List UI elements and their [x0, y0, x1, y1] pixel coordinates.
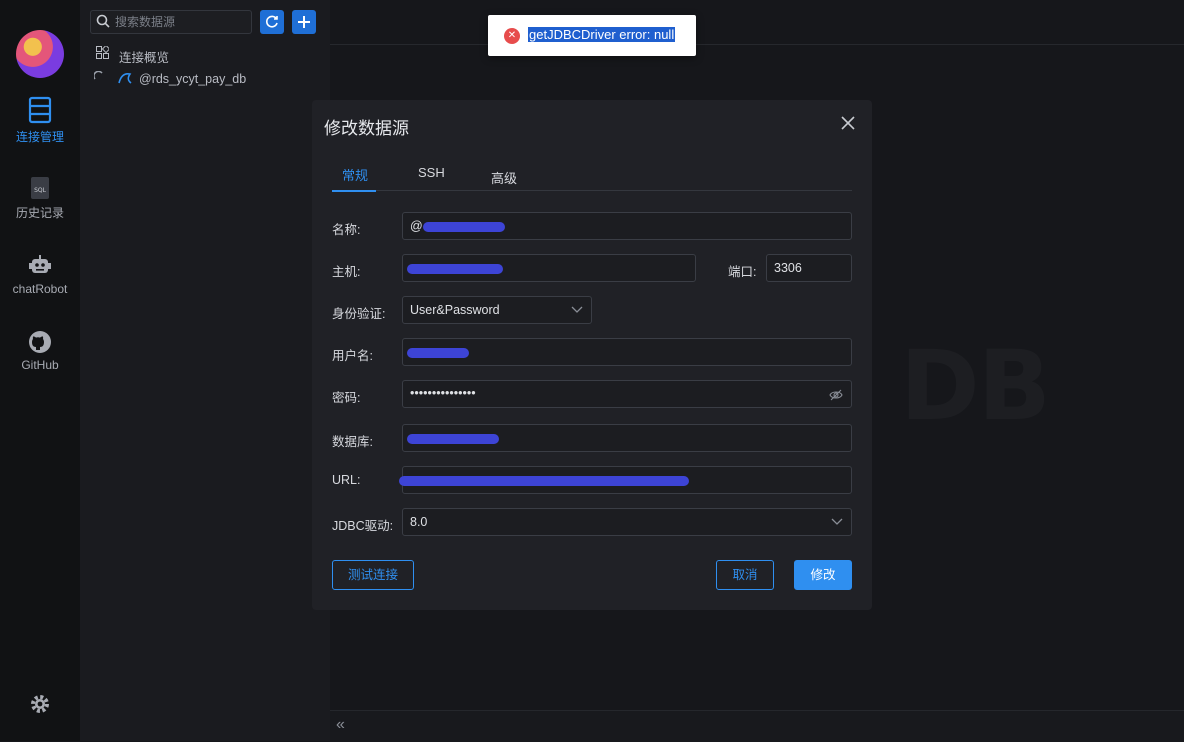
nav-item-connections[interactable]: 连接管理: [0, 96, 80, 145]
main-header-divider: [330, 44, 1184, 45]
database-field[interactable]: [402, 424, 852, 452]
redaction-mark: [407, 348, 469, 358]
gear-icon[interactable]: [30, 694, 50, 714]
nav-rail: 连接管理 SQL 历史记录 chatRobot GitHub: [0, 0, 80, 741]
cancel-button[interactable]: 取消: [716, 560, 774, 590]
database-label: 数据库:: [332, 435, 373, 449]
refresh-icon: [266, 15, 278, 28]
plus-icon: [298, 16, 310, 28]
host-label: 主机:: [332, 265, 361, 279]
name-label: 名称:: [332, 223, 361, 237]
github-icon: [29, 331, 51, 353]
sql-file-icon: SQL: [31, 177, 49, 199]
host-field[interactable]: [402, 254, 696, 282]
username-label: 用户名:: [332, 349, 373, 363]
refresh-button[interactable]: [260, 10, 284, 34]
tab-ssh[interactable]: SSH: [418, 165, 445, 180]
driver-value: 8.0: [410, 515, 428, 529]
port-label: 端口:: [728, 265, 757, 279]
url-label: URL:: [332, 473, 361, 487]
auth-select[interactable]: User&Password: [402, 296, 592, 324]
username-field[interactable]: [402, 338, 852, 366]
svg-text:SQL: SQL: [34, 187, 47, 194]
grid-icon: [96, 46, 109, 59]
nav-label-github: GitHub: [21, 358, 59, 372]
tree-label-connection: @rds_ycyt_pay_db: [139, 72, 247, 86]
nav-label-chatrobot: chatRobot: [12, 282, 68, 296]
nav-label-history: 历史记录: [15, 206, 64, 220]
robot-icon: [29, 255, 51, 273]
search-input[interactable]: [113, 13, 247, 31]
watermark-logo: DB: [900, 330, 1051, 442]
active-tab-indicator: [332, 190, 376, 192]
add-connection-button[interactable]: [292, 10, 316, 34]
redaction-mark: [407, 434, 499, 444]
submit-button[interactable]: 修改: [794, 560, 852, 590]
database-icon: [28, 96, 52, 124]
password-field[interactable]: •••••••••••••••: [402, 380, 852, 408]
nav-label-connections: 连接管理: [15, 130, 64, 144]
tab-general[interactable]: 常规: [342, 165, 368, 184]
password-value: •••••••••••••••: [410, 386, 476, 400]
nav-item-history[interactable]: SQL 历史记录: [0, 176, 80, 221]
bottom-bar: «: [330, 710, 1184, 742]
avatar[interactable]: [16, 30, 64, 78]
dialog-title: 修改数据源: [324, 119, 409, 138]
auth-value: User&Password: [410, 303, 500, 317]
port-field[interactable]: 3306: [766, 254, 852, 282]
toast-message: getJDBCDriver error: null: [528, 27, 676, 42]
auth-label: 身份验证:: [332, 307, 386, 321]
chevron-down-icon: [831, 518, 843, 525]
loading-spinner-icon: [94, 71, 103, 80]
sidebar: 连接概览 @rds_ycyt_pay_db: [80, 0, 330, 741]
close-icon[interactable]: [838, 113, 858, 133]
tab-divider: [332, 190, 852, 191]
collapse-icon[interactable]: «: [336, 716, 345, 734]
test-connection-button[interactable]: 测试连接: [332, 560, 414, 590]
error-toast: ✕ getJDBCDriver error: null: [488, 15, 696, 56]
tree-label-overview: 连接概览: [119, 51, 170, 65]
driver-label: JDBC驱动:: [332, 519, 394, 533]
url-field[interactable]: [399, 466, 852, 494]
mysql-icon: [118, 72, 132, 84]
eye-off-icon[interactable]: [829, 388, 843, 402]
driver-select[interactable]: 8.0: [402, 508, 852, 536]
search-box: [90, 10, 252, 34]
nav-item-github[interactable]: GitHub: [0, 330, 80, 372]
chevron-down-icon: [571, 306, 583, 313]
redaction-mark: [407, 264, 503, 274]
nav-item-chatrobot[interactable]: chatRobot: [0, 254, 80, 296]
name-field[interactable]: @: [402, 212, 852, 240]
name-value: @: [410, 219, 423, 233]
redaction-mark: [399, 476, 689, 486]
search-icon: [96, 14, 110, 28]
edit-datasource-dialog: 修改数据源 常规 SSH 高级 名称: @ 主机: 端口: 3306 身份验证:…: [312, 100, 872, 610]
tab-advanced[interactable]: 高级: [491, 168, 517, 187]
port-value: 3306: [774, 261, 802, 275]
error-circle-icon: ✕: [504, 28, 520, 44]
password-label: 密码:: [332, 391, 361, 405]
redaction-mark: [423, 222, 505, 232]
